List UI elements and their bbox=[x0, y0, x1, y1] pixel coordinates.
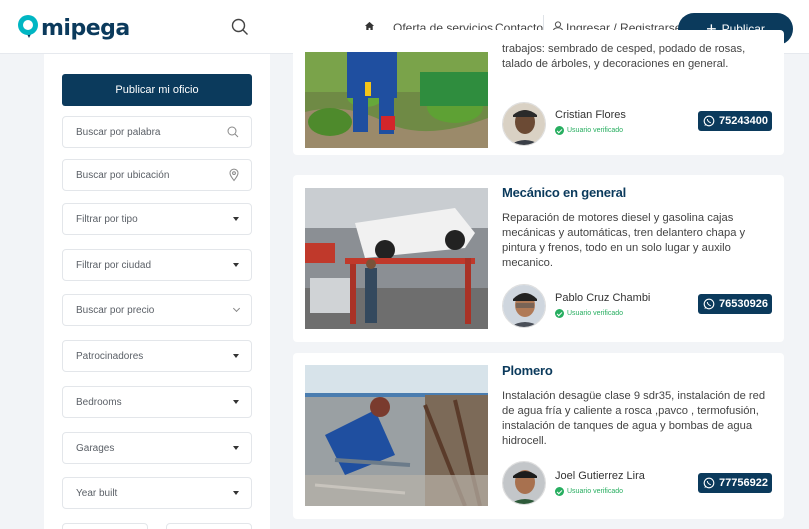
verified-badge: Usuario verificado bbox=[555, 309, 623, 318]
verified-badge: Usuario verificado bbox=[555, 126, 623, 135]
whatsapp-number: 77756922 bbox=[719, 477, 768, 489]
listing-description: Instalación desagüe clase 9 sdr35, insta… bbox=[502, 390, 766, 447]
range-min-input[interactable] bbox=[62, 523, 148, 529]
check-icon bbox=[555, 126, 564, 135]
garages-select[interactable]: Garages bbox=[62, 432, 252, 464]
filter-city-label: Filtrar por ciudad bbox=[76, 259, 152, 271]
verified-badge: Usuario verificado bbox=[555, 487, 623, 496]
filter-city-select[interactable]: Filtrar por ciudad bbox=[62, 249, 252, 281]
whatsapp-number: 76530926 bbox=[719, 298, 768, 310]
chevron-down-icon bbox=[232, 304, 241, 313]
user-name[interactable]: Cristian Flores bbox=[555, 109, 626, 121]
listing-card[interactable]: Mecánico en general Reparación de motore… bbox=[293, 175, 784, 342]
check-icon bbox=[555, 309, 564, 318]
caret-down-icon bbox=[233, 354, 239, 358]
search-word-placeholder: Buscar por palabra bbox=[76, 126, 161, 138]
publish-trade-button[interactable]: Publicar mi oficio bbox=[62, 74, 252, 106]
listing-photo-mechanic[interactable] bbox=[305, 188, 488, 329]
filter-type-select[interactable]: Filtrar por tipo bbox=[62, 203, 252, 235]
location-pin-icon bbox=[229, 168, 239, 182]
verified-label: Usuario verificado bbox=[567, 127, 624, 134]
garages-label: Garages bbox=[76, 442, 115, 454]
search-location-input[interactable]: Buscar por ubicación bbox=[62, 159, 252, 191]
caret-down-icon bbox=[233, 446, 239, 450]
whatsapp-icon bbox=[703, 298, 715, 310]
filter-type-label: Filtrar por tipo bbox=[76, 213, 138, 225]
whatsapp-button[interactable]: 75243400 bbox=[698, 111, 772, 131]
whatsapp-number: 75243400 bbox=[719, 115, 768, 127]
avatar[interactable] bbox=[502, 102, 546, 146]
logo-mark-icon bbox=[18, 14, 40, 38]
bedrooms-label: Bedrooms bbox=[76, 396, 122, 408]
whatsapp-button[interactable]: 76530926 bbox=[698, 294, 772, 314]
whatsapp-icon bbox=[703, 477, 715, 489]
verified-label: Usuario verificado bbox=[567, 488, 624, 495]
search-icon bbox=[227, 126, 239, 138]
listing-card[interactable]: Plomero Instalación desagüe clase 9 sdr3… bbox=[293, 353, 784, 519]
search-price-label: Buscar por precio bbox=[76, 304, 155, 316]
user-name[interactable]: Joel Gutierrez Lira bbox=[555, 470, 645, 482]
whatsapp-icon bbox=[703, 115, 715, 127]
search-location-placeholder: Buscar por ubicación bbox=[76, 169, 170, 181]
listing-card[interactable]: trabajos: sembrado de cesped, podado de … bbox=[293, 30, 784, 155]
listing-title[interactable]: Plomero bbox=[502, 363, 553, 378]
caret-down-icon bbox=[233, 263, 239, 267]
whatsapp-button[interactable]: 77756922 bbox=[698, 473, 772, 493]
bedrooms-select[interactable]: Bedrooms bbox=[62, 386, 252, 418]
user-name[interactable]: Pablo Cruz Chambi bbox=[555, 292, 650, 304]
listing-title[interactable]: Mecánico en general bbox=[502, 185, 626, 200]
listing-photo-plumber[interactable] bbox=[305, 365, 488, 506]
year-built-select[interactable]: Year built bbox=[62, 477, 252, 509]
caret-down-icon bbox=[233, 491, 239, 495]
filter-sidebar: Publicar mi oficio Buscar por palabra Bu… bbox=[44, 54, 270, 529]
logo-text: mipega bbox=[41, 16, 130, 41]
sponsors-label: Patrocinadores bbox=[76, 350, 144, 362]
sponsors-select[interactable]: Patrocinadores bbox=[62, 340, 252, 372]
search-word-input[interactable]: Buscar por palabra bbox=[62, 116, 252, 148]
search-price-select[interactable]: Buscar por precio bbox=[62, 294, 252, 326]
year-built-label: Year built bbox=[76, 487, 118, 499]
avatar[interactable] bbox=[502, 284, 546, 328]
caret-down-icon bbox=[233, 400, 239, 404]
check-icon bbox=[555, 487, 564, 496]
caret-down-icon bbox=[233, 217, 239, 221]
search-icon[interactable] bbox=[231, 18, 249, 36]
listing-description: Reparación de motores diesel y gasolina … bbox=[502, 212, 746, 269]
avatar[interactable] bbox=[502, 461, 546, 505]
verified-label: Usuario verificado bbox=[567, 310, 624, 317]
range-max-input[interactable] bbox=[166, 523, 252, 529]
listing-description: trabajos: sembrado de cesped, podado de … bbox=[502, 43, 746, 70]
logo[interactable]: mipega bbox=[18, 10, 130, 41]
listing-photo-gardener[interactable] bbox=[305, 52, 488, 148]
